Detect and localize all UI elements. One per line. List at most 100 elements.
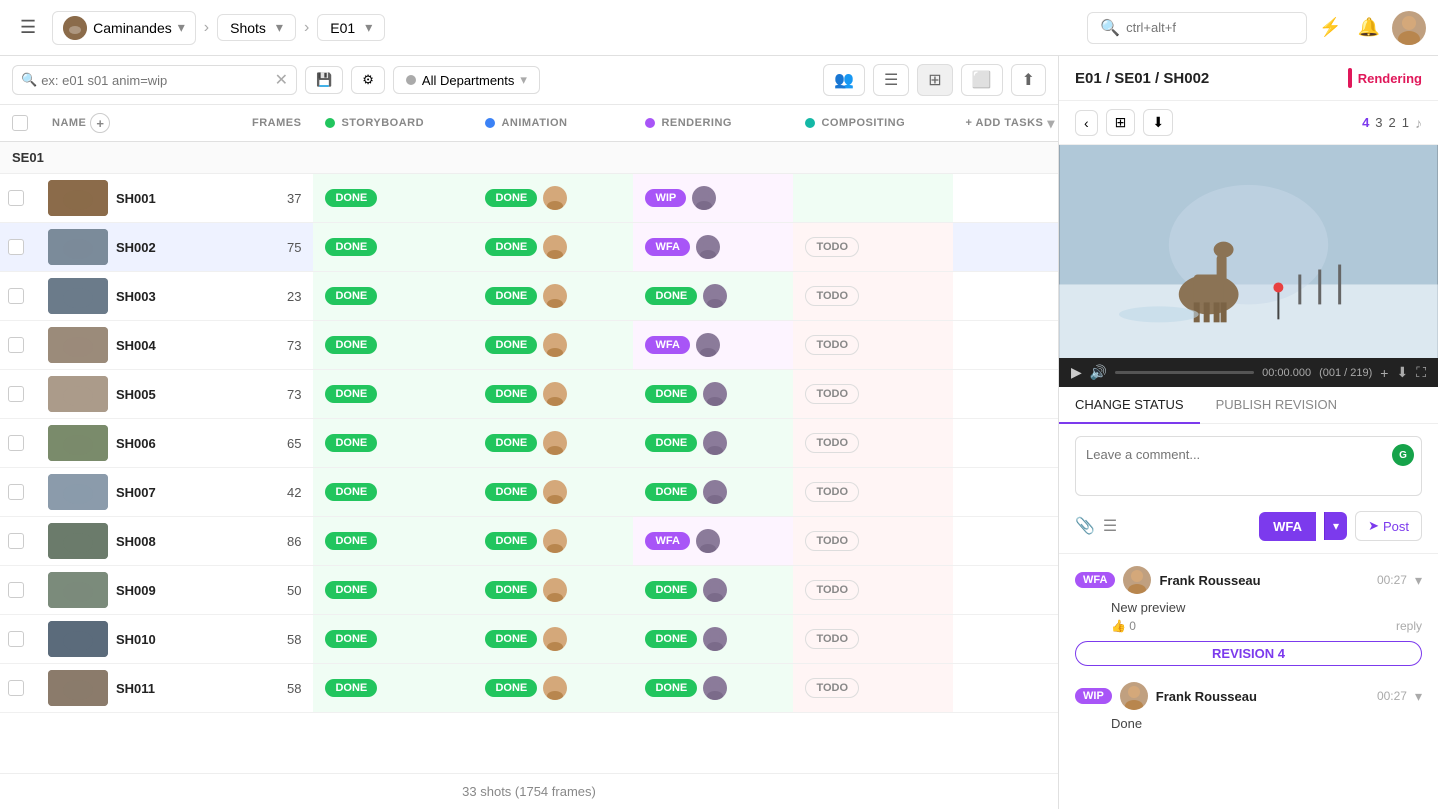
project-selector[interactable]: Caminandes ▾ [52,11,196,45]
compositing-cell: TODO [793,223,953,272]
view-grid-button[interactable]: ⊞ [917,64,952,96]
row-checkbox[interactable] [8,435,24,451]
row-checkbox[interactable] [8,386,24,402]
frames-cell: 58 [240,615,313,664]
global-search[interactable]: 🔍 [1087,12,1307,44]
compositing-cell [793,174,953,223]
play-button[interactable]: ▶ [1071,364,1082,381]
checklist-icon[interactable]: ☰ [1103,516,1117,536]
table-row[interactable]: SH001 37 DONE DONE WIP [0,174,1058,223]
post-comment-button[interactable]: ➤ Post [1355,511,1422,541]
row-checkbox[interactable] [8,190,24,206]
storyboard-dot [325,118,335,128]
shot-search-icon: 🔍 [21,72,37,88]
shot-search[interactable]: 🔍 ✕ [12,65,297,95]
comment-2-avatar [1120,682,1148,710]
status-badge: DONE [485,238,537,256]
save-filter-button[interactable]: 💾 [305,66,343,94]
status-badge: TODO [805,482,859,502]
status-badge: TODO [805,286,859,306]
publish-revision-tab[interactable]: PUBLISH REVISION [1200,387,1353,423]
row-checkbox[interactable] [8,582,24,598]
table-row[interactable]: SH002 75 DONE DONE WFA TODO [0,223,1058,272]
bell-icon[interactable]: 🔔 [1354,13,1384,42]
clear-search-icon[interactable]: ✕ [275,70,288,90]
shots-selector[interactable]: Shots ▾ [217,14,296,41]
add-column-button[interactable]: + [90,113,110,133]
comment-1-name: Frank Rousseau [1159,573,1260,588]
send-icon: ➤ [1368,518,1379,534]
select-all-header [0,105,40,142]
status-badge: DONE [485,287,537,305]
add-tasks-header[interactable]: + Add tasks ▾ [953,105,1058,142]
table-row[interactable]: SH008 86 DONE DONE WFA TODO [0,517,1058,566]
zoom-in-icon[interactable]: + [1380,365,1388,381]
episode-selector[interactable]: E01 ▾ [317,14,385,41]
table-row[interactable]: SH006 65 DONE DONE DONE TODO [0,419,1058,468]
row-checkbox[interactable] [8,631,24,647]
select-all-checkbox[interactable] [12,115,28,131]
lightning-icon[interactable]: ⚡ [1315,13,1345,42]
download-button[interactable]: ⬇ [1143,109,1173,136]
hamburger-menu[interactable]: ☰ [12,13,44,42]
view-persons-button[interactable]: 👥 [823,64,865,96]
revision-4-pill[interactable]: REVISION 4 [1075,641,1422,666]
row-checkbox[interactable] [8,239,24,255]
comment-1-header: WFA Frank Rousseau 00:27 ▾ [1075,566,1422,594]
row-checkbox[interactable] [8,533,24,549]
shot-name: SH010 [116,632,156,647]
comment-2-badge: WIP [1075,688,1112,704]
departments-dropdown[interactable]: All Departments ▾ [393,66,540,94]
prev-shot-button[interactable]: ‹ [1075,110,1098,136]
comment-2-expand[interactable]: ▾ [1415,688,1422,705]
download-video-icon[interactable]: ⬇ [1396,364,1408,381]
full-view-button[interactable]: ⊞ [1106,109,1136,136]
shot-name-cell: SH011 [40,664,240,713]
shot-name: SH005 [116,387,156,402]
export-button[interactable]: ⬆ [1011,64,1046,96]
reply-button-1[interactable]: reply [1396,619,1422,633]
row-checkbox[interactable] [8,680,24,696]
comment-item-1: WFA Frank Rousseau 00:27 ▾ New preview 👍… [1075,566,1422,666]
table-row[interactable]: SH007 42 DONE DONE DONE TODO [0,468,1058,517]
status-badge: DONE [645,434,697,452]
volume-button[interactable]: 🔊 [1090,364,1107,381]
episode-dropdown-chevron: ▾ [365,19,372,36]
revision-4-button[interactable]: 4 [1362,115,1369,130]
shot-detail-title: E01 / SE01 / SH002 [1075,70,1209,87]
filter-button[interactable]: ⚙ [351,66,385,94]
comment-1-expand[interactable]: ▾ [1415,572,1422,589]
filter-icon: ⚙ [362,72,374,88]
table-row[interactable]: SH011 58 DONE DONE DONE TODO [0,664,1058,713]
video-timeline[interactable] [1115,371,1254,374]
revision-3-button[interactable]: 3 [1375,115,1382,130]
change-status-tab[interactable]: CHANGE STATUS [1059,387,1200,424]
shot-name: SH009 [116,583,156,598]
status-badge: WIP [645,189,686,207]
attach-icon[interactable]: 📎 [1075,516,1095,536]
table-row[interactable]: SH010 58 DONE DONE DONE TODO [0,615,1058,664]
user-avatar[interactable] [1392,11,1426,45]
row-checkbox[interactable] [8,288,24,304]
view-storyboard-button[interactable]: ⬜ [961,64,1003,96]
revision-1-button[interactable]: 1 [1402,115,1409,130]
wfa-status-button[interactable]: WFA [1259,512,1316,541]
revision-2-button[interactable]: 2 [1389,115,1396,130]
comment-input[interactable] [1075,436,1422,496]
table-row[interactable]: SH003 23 DONE DONE DONE TODO [0,272,1058,321]
table-row[interactable]: SH004 73 DONE DONE WFA TODO [0,321,1058,370]
global-search-input[interactable] [1126,20,1294,35]
row-checkbox[interactable] [8,484,24,500]
animation-cell: DONE [473,223,633,272]
table-row[interactable]: SH005 73 DONE DONE DONE TODO [0,370,1058,419]
row-checkbox[interactable] [8,337,24,353]
fullscreen-icon[interactable]: ⛶ [1416,364,1426,381]
video-frames: (001 / 219) [1319,367,1372,379]
shot-search-input[interactable] [41,73,270,88]
view-list-button[interactable]: ☰ [873,64,909,96]
like-button-1[interactable]: 👍 0 [1111,619,1136,633]
extra-cell [953,517,1058,566]
extra-cell [953,615,1058,664]
wfa-dropdown-button[interactable]: ▾ [1324,512,1347,540]
table-row[interactable]: SH009 50 DONE DONE DONE TODO [0,566,1058,615]
